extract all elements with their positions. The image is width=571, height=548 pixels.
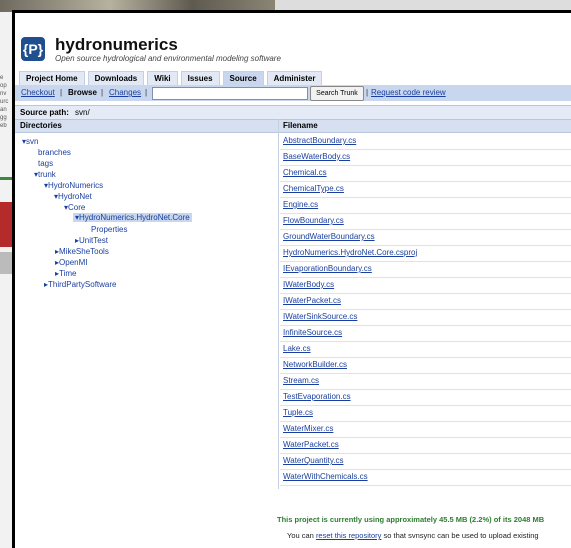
separator: | — [101, 88, 104, 97]
reset-repository-notice: You can reset this repository so that sv… — [287, 531, 539, 540]
tree-node-openmi[interactable]: ▸OpenMI — [55, 258, 87, 267]
tree-node-hydronet-core[interactable]: ▾HydroNumerics.HydroNet.Core — [73, 213, 192, 222]
separator: | — [60, 88, 63, 97]
tab-administer[interactable]: Administer — [266, 71, 323, 86]
file-link[interactable]: TestEvaporation.cs — [283, 392, 351, 401]
tree-node-time[interactable]: ▸Time — [55, 269, 77, 278]
file-link[interactable]: Chemical.cs — [283, 168, 327, 177]
browser-window: {P} hydronumerics Open source hydrologic… — [12, 10, 571, 548]
file-link[interactable]: IWaterPacket.cs — [283, 296, 341, 305]
file-row[interactable]: NetworkBuilder.cs — [280, 357, 571, 374]
source-path-value: svn/ — [75, 108, 90, 117]
tab-project-home[interactable]: Project Home — [19, 71, 85, 86]
request-code-review-link[interactable]: Request code review — [371, 88, 446, 97]
file-link[interactable]: FlowBoundary.cs — [283, 216, 344, 225]
tab-wiki[interactable]: Wiki — [147, 71, 178, 86]
file-link[interactable]: WaterWithChemicals.cs — [283, 472, 368, 481]
project-logo-icon: {P} — [21, 37, 45, 61]
column-headers: Directories Filename — [15, 119, 571, 133]
source-path-label: Source path: — [20, 108, 69, 117]
separator: | — [366, 88, 369, 97]
separator: | — [145, 88, 148, 97]
file-row[interactable]: Lake.cs — [280, 341, 571, 358]
file-link[interactable]: Stream.cs — [283, 376, 319, 385]
file-link[interactable]: ChemicalType.cs — [283, 184, 344, 193]
tree-node-svn[interactable]: ▾svn — [22, 137, 38, 146]
source-subnav: Checkout | Browse | Changes | Search Tru… — [15, 85, 571, 101]
storage-usage-notice: This project is currently using approxim… — [277, 515, 545, 524]
file-link[interactable]: InfiniteSource.cs — [283, 328, 342, 337]
tab-issues[interactable]: Issues — [180, 71, 220, 86]
file-row[interactable]: IWaterBody.cs — [280, 277, 571, 294]
file-link[interactable]: GroundWaterBoundary.cs — [283, 232, 375, 241]
project-tabs: Project Home Downloads Wiki Issues Sourc… — [19, 71, 323, 86]
search-trunk-button[interactable]: Search Trunk — [310, 86, 364, 101]
directories-header: Directories — [20, 121, 62, 130]
file-link[interactable]: NetworkBuilder.cs — [283, 360, 347, 369]
background-left-panel: e op nv urc an gg eb — [0, 12, 12, 548]
file-row[interactable]: Chemical.cs — [280, 165, 571, 182]
file-link[interactable]: WaterPacket.cs — [283, 440, 339, 449]
filename-header[interactable]: Filename — [283, 121, 318, 130]
file-row[interactable]: IEvaporationBoundary.cs — [280, 261, 571, 278]
changes-link[interactable]: Changes — [109, 88, 141, 97]
file-row[interactable]: HydroNumerics.HydroNet.Core.csproj — [280, 245, 571, 262]
checkout-link[interactable]: Checkout — [21, 88, 55, 97]
tab-downloads[interactable]: Downloads — [87, 71, 145, 86]
file-row[interactable]: Stream.cs — [280, 373, 571, 390]
file-row[interactable]: GroundWaterBoundary.cs — [280, 229, 571, 246]
file-row[interactable]: BaseWaterBody.cs — [280, 149, 571, 166]
tree-node-hydronet[interactable]: ▾HydroNet — [54, 192, 92, 201]
reset-repository-link[interactable]: reset this repository — [316, 531, 381, 540]
file-row[interactable]: WaterQuantity.cs — [280, 453, 571, 470]
file-link[interactable]: IWaterBody.cs — [283, 280, 334, 289]
file-link[interactable]: BaseWaterBody.cs — [283, 152, 350, 161]
notice-text: so that svnsync can be used to upload ex… — [383, 531, 539, 540]
file-row[interactable]: TestEvaporation.cs — [280, 389, 571, 406]
file-row[interactable]: InfiniteSource.cs — [280, 325, 571, 342]
file-link[interactable]: WaterMixer.cs — [283, 424, 333, 433]
file-link[interactable]: IEvaporationBoundary.cs — [283, 264, 372, 273]
search-input[interactable] — [152, 87, 308, 100]
file-row[interactable]: Engine.cs — [280, 197, 571, 214]
tree-node-trunk[interactable]: ▾trunk — [34, 170, 56, 179]
project-subtitle: Open source hydrological and environment… — [55, 54, 281, 63]
file-row[interactable]: Tuple.cs — [280, 405, 571, 422]
file-row[interactable]: IWaterPacket.cs — [280, 293, 571, 310]
file-row[interactable]: IWaterSinkSource.cs — [280, 309, 571, 326]
notice-text: You can — [287, 531, 314, 540]
file-link[interactable]: HydroNumerics.HydroNet.Core.csproj — [283, 248, 417, 257]
source-path-bar: Source path: svn/ — [15, 105, 571, 119]
tab-source[interactable]: Source — [222, 71, 264, 86]
file-link[interactable]: IWaterSinkSource.cs — [283, 312, 357, 321]
file-row[interactable]: WaterPacket.cs — [280, 437, 571, 454]
tree-node-thirdpartysoftware[interactable]: ▸ThirdPartySoftware — [44, 280, 116, 289]
tree-node-properties[interactable]: Properties — [91, 225, 127, 234]
tree-node-tags[interactable]: tags — [38, 159, 53, 168]
file-row[interactable]: WaterWithChemicals.cs — [280, 469, 571, 486]
column-divider — [278, 119, 279, 489]
browse-link[interactable]: Browse — [68, 88, 97, 97]
file-link[interactable]: Engine.cs — [283, 200, 318, 209]
file-row[interactable]: FlowBoundary.cs — [280, 213, 571, 230]
tree-node-unittest[interactable]: ▸UnitTest — [75, 236, 108, 245]
file-row[interactable]: WaterMixer.cs — [280, 421, 571, 438]
tree-node-core[interactable]: ▾Core — [64, 203, 85, 212]
file-link[interactable]: WaterQuantity.cs — [283, 456, 343, 465]
project-title[interactable]: hydronumerics — [55, 35, 178, 55]
tree-node-branches[interactable]: branches — [38, 148, 71, 157]
tree-node-mikeshetools[interactable]: ▸MikeSheTools — [55, 247, 109, 256]
file-link[interactable]: Tuple.cs — [283, 408, 313, 417]
project-logo: {P} — [21, 37, 49, 65]
file-link[interactable]: Lake.cs — [283, 344, 311, 353]
tree-node-hydronumerics[interactable]: ▾HydroNumerics — [44, 181, 103, 190]
file-link[interactable]: AbstractBoundary.cs — [283, 136, 356, 145]
file-row[interactable]: AbstractBoundary.cs — [280, 133, 571, 150]
file-row[interactable]: ChemicalType.cs — [280, 181, 571, 198]
